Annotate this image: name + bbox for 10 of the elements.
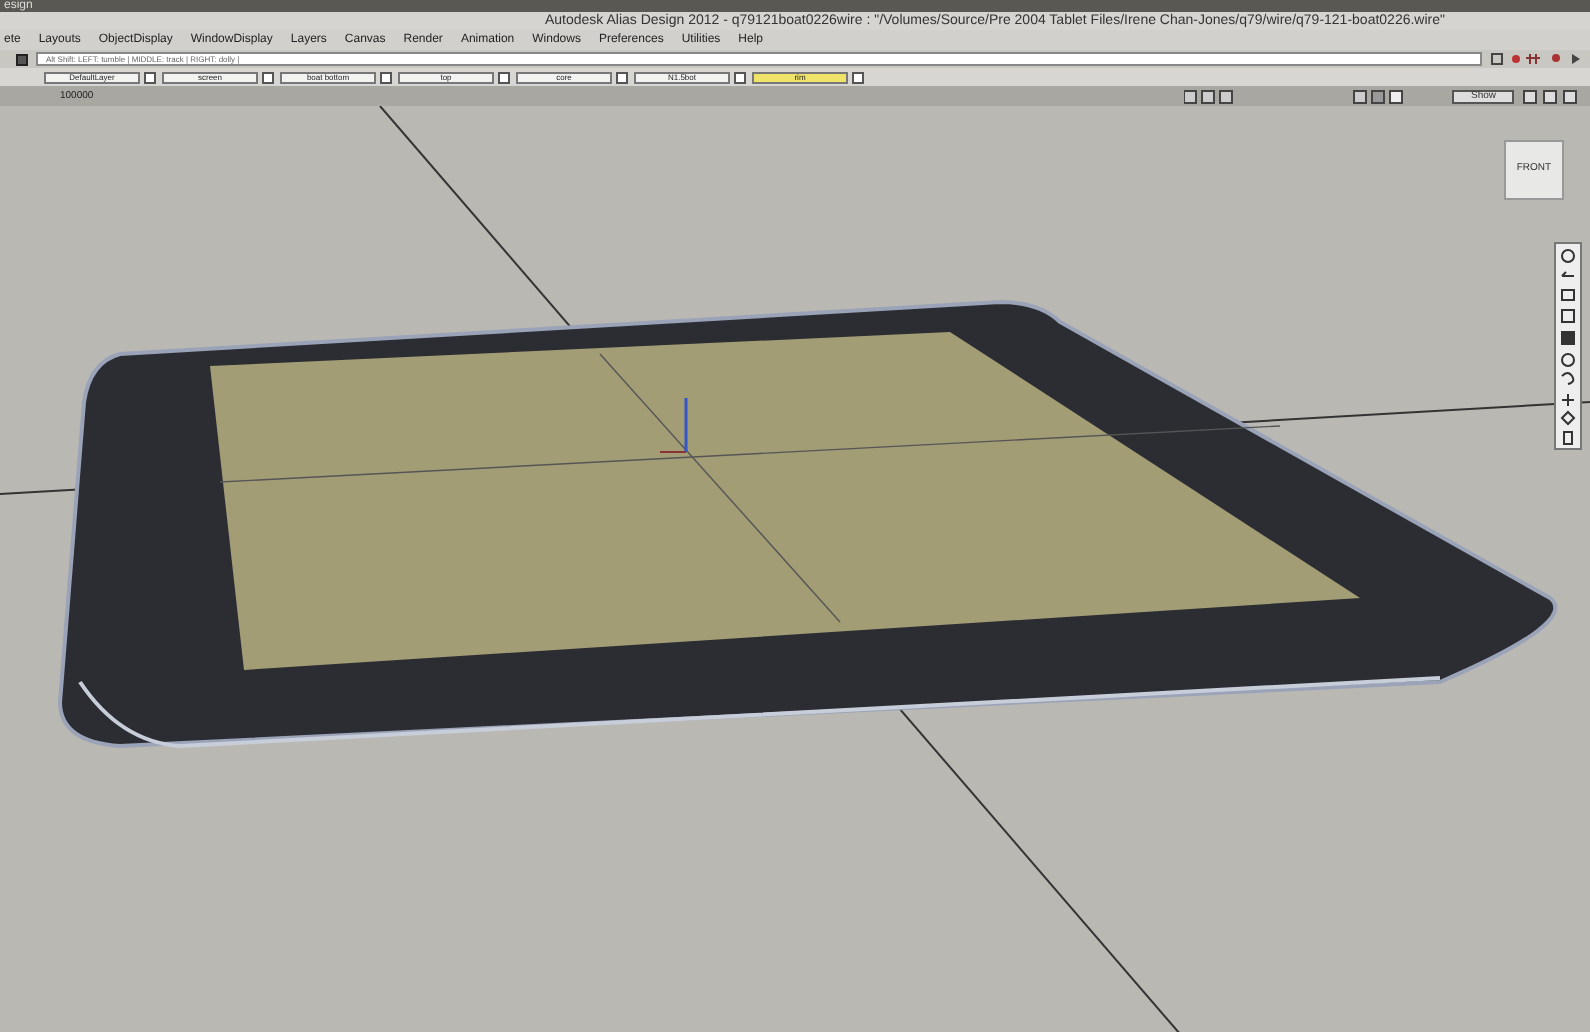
toolbar-icons[interactable] — [1490, 52, 1582, 66]
tool-palette[interactable] — [1554, 242, 1582, 450]
window-icons[interactable] — [1522, 89, 1582, 103]
layer-checkbox[interactable] — [498, 71, 510, 83]
layer-checkbox[interactable] — [380, 71, 392, 83]
layer-checkbox[interactable] — [734, 71, 746, 83]
layer-checkbox[interactable] — [144, 71, 156, 83]
layer-checkbox[interactable] — [616, 71, 628, 83]
layer-checkbox[interactable] — [262, 71, 274, 83]
layer-checkbox[interactable] — [852, 71, 864, 83]
